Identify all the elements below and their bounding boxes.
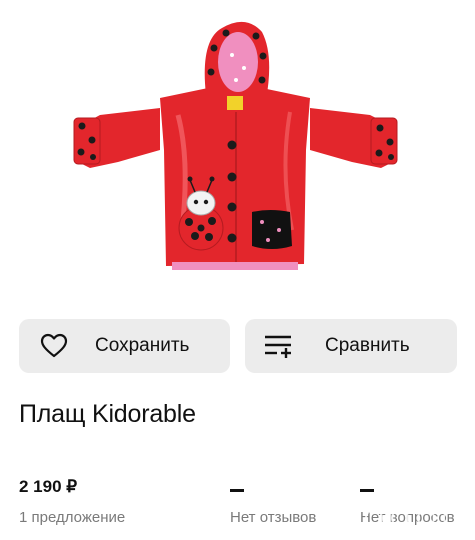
- heart-icon: [40, 333, 68, 358]
- action-buttons: Сохранить Сравнить: [19, 319, 457, 373]
- price-value: 2 190 ₽: [19, 477, 78, 496]
- save-button[interactable]: Сохранить: [19, 319, 230, 373]
- compare-button[interactable]: Сравнить: [245, 319, 457, 373]
- reviews-label: Нет отзывов: [230, 509, 317, 526]
- questions-dash: —: [360, 489, 374, 492]
- reviews-value: —: [230, 476, 244, 498]
- compare-button-label: Сравнить: [325, 335, 410, 356]
- raincoat-illustration: [73, 21, 398, 270]
- offers-count: 1 предложение: [19, 509, 126, 526]
- product-image[interactable]: [0, 0, 475, 300]
- questions-value: —: [360, 476, 374, 498]
- watermark-logo: [365, 509, 461, 527]
- compare-list-icon: [265, 335, 291, 358]
- reviews-dash: —: [230, 489, 244, 492]
- product-title: Плащ Kidorable: [19, 400, 196, 428]
- save-button-label: Сохранить: [95, 335, 190, 356]
